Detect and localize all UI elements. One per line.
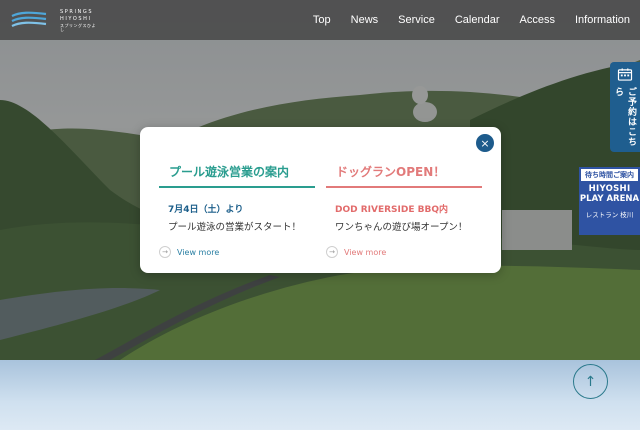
nav-access[interactable]: Access — [520, 14, 555, 26]
news-date: DOD RIVERSIDE BBQ内 — [335, 205, 449, 215]
view-more-label: View more — [177, 247, 220, 257]
view-more-link[interactable]: → View more — [326, 246, 482, 258]
news-heading: プール遊泳営業の案内 — [159, 163, 315, 188]
arrow-up-icon[interactable]: ↑ — [573, 364, 608, 399]
site-logo[interactable]: SPRINGS HIYOSHI スプリングスひよし — [10, 8, 100, 32]
play-arena-title-1: HIYOSHI — [588, 184, 631, 194]
close-icon[interactable]: × — [475, 133, 495, 153]
main-nav: Top News Service Calendar Access Informa… — [313, 0, 630, 40]
arrow-right-icon: → — [159, 246, 171, 258]
wave-logo-icon — [11, 11, 47, 28]
nav-information[interactable]: Information — [575, 14, 630, 26]
logo-line2: HIYOSHI — [60, 16, 92, 22]
wait-time-label: 待ち時間ご案内 — [581, 169, 638, 181]
play-arena-title-2: PLAY ARENA — [579, 194, 640, 204]
logo-text: SPRINGS HIYOSHI スプリングスひよし — [60, 10, 100, 32]
play-arena-sub: レストラン 枝川 — [585, 211, 634, 219]
nav-calendar[interactable]: Calendar — [455, 14, 500, 26]
nav-top[interactable]: Top — [313, 14, 331, 26]
logo-line1: SPRINGS — [60, 9, 94, 15]
view-more-link[interactable]: → View more — [159, 246, 315, 258]
news-body: ワンちゃんの遊び場オープン！ — [335, 222, 468, 233]
reservation-tab[interactable]: ご予約はこちら — [610, 62, 640, 152]
page-bottom-band — [0, 360, 640, 430]
news-heading: ドッグランOPEN！ — [326, 163, 482, 188]
site-header: SPRINGS HIYOSHI スプリングスひよし Top News Servi… — [0, 0, 640, 40]
arrow-right-icon: → — [326, 246, 338, 258]
calendar-icon — [617, 68, 633, 81]
news-body: プール遊泳の営業がスタート！ — [168, 222, 302, 233]
news-date: 7月4日（土）より — [168, 205, 244, 215]
nav-news[interactable]: News — [351, 14, 379, 26]
nav-service[interactable]: Service — [398, 14, 435, 26]
play-arena-banner[interactable]: 待ち時間ご案内 HIYOSHI PLAY ARENA レストラン 枝川 — [579, 167, 640, 235]
logo-line3: スプリングスひよし — [60, 23, 96, 32]
news-card-dogrun: ドッグランOPEN！ DOD RIVERSIDE BBQ内 ワンちゃんの遊び場オ… — [326, 163, 482, 258]
reservation-label: ご予約はこちら — [613, 87, 636, 147]
view-more-label: View more — [344, 247, 387, 257]
news-card-pool: プール遊泳営業の案内 7月4日（土）より プール遊泳の営業がスタート！ → Vi… — [159, 163, 315, 258]
